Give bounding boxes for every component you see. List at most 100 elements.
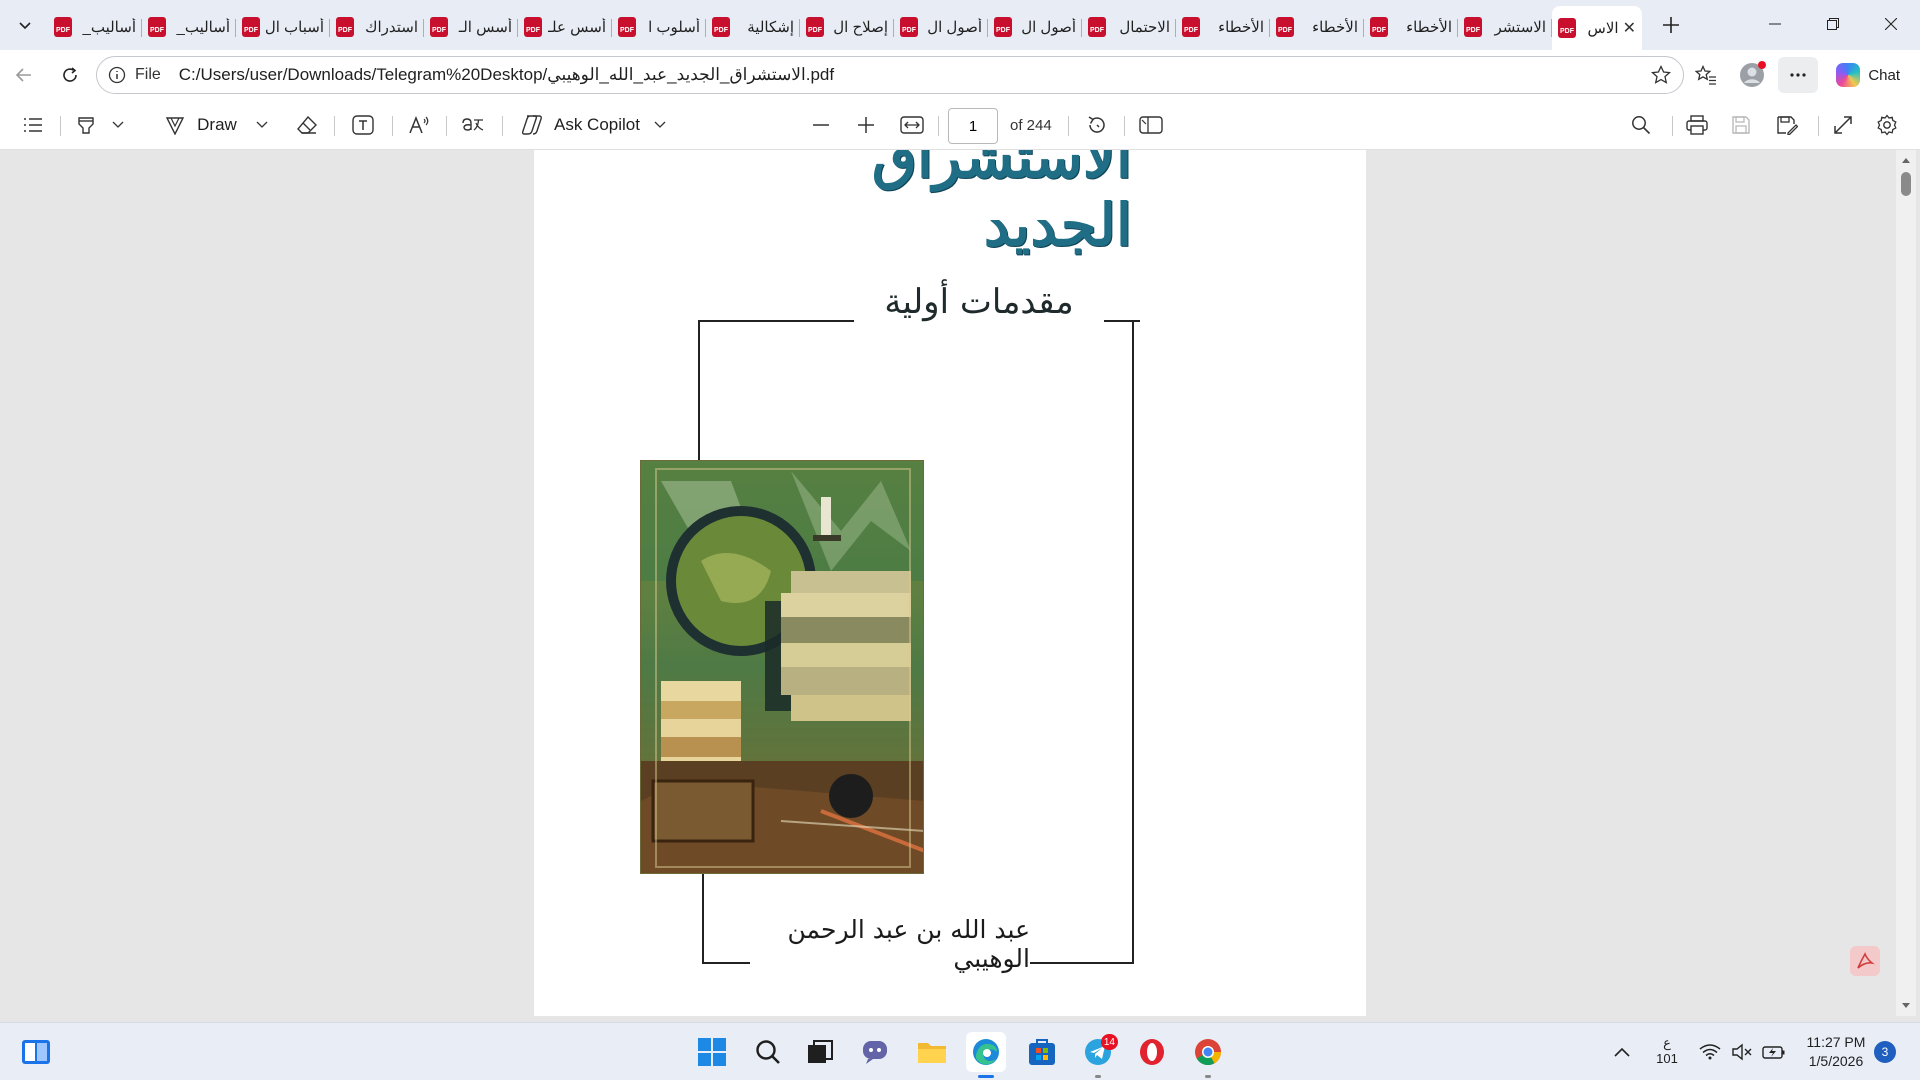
save-button[interactable] [1726,100,1756,150]
tab[interactable]: PDF أساليب_ [48,7,142,47]
pdf-file-icon: PDF [148,17,166,37]
copilot-chat-button[interactable]: Chat [1824,57,1912,93]
pdf-file-icon: PDF [1464,17,1482,37]
wifi-status[interactable] [1694,1032,1726,1072]
translate-button[interactable] [458,100,488,150]
add-text-button[interactable] [348,100,378,150]
erase-button[interactable] [292,100,322,150]
tab[interactable]: PDF أساليب_ [142,7,236,47]
input-language-indicator[interactable]: ع 101 [1652,1035,1682,1067]
page-number-input[interactable] [948,108,998,144]
tab-title: إصلاح ال [833,19,888,36]
acrobat-button[interactable] [1850,946,1880,976]
highlight-button[interactable] [74,100,98,150]
tab-active[interactable]: PDF الاس ✕ [1552,6,1642,50]
tab[interactable]: PDF أسلوب ا [612,7,706,47]
favorite-star-icon[interactable] [1650,64,1672,89]
battery-status[interactable] [1758,1032,1790,1072]
read-aloud-button[interactable] [404,100,434,150]
start-button[interactable] [692,1032,732,1072]
close-tab-icon[interactable]: ✕ [1623,18,1636,38]
widgets-button[interactable] [16,1032,56,1072]
telegram-unread-badge: 14 [1100,1034,1118,1050]
draw-options-button[interactable] [252,100,272,150]
tab[interactable]: PDF أصول ال [988,7,1082,47]
book-title: الاستشراق الجديد [871,150,1132,259]
task-view-button[interactable] [800,1032,840,1072]
tab[interactable]: PDF أسباب ال [236,7,330,47]
chrome-button[interactable] [1188,1032,1228,1078]
site-info-icon[interactable] [107,65,127,85]
tab-title: أصول ال [927,19,982,36]
minimize-button[interactable] [1746,0,1804,48]
divider [392,116,393,136]
refresh-button[interactable] [52,57,88,93]
scroll-down-arrow-icon[interactable] [1901,1002,1911,1010]
notification-count-badge[interactable]: 3 [1874,1041,1896,1063]
tab[interactable]: PDF الأخطاء [1364,7,1458,47]
toolbar-right: Chat [1686,50,1920,100]
tab[interactable]: PDF أصول ال [894,7,988,47]
opera-button[interactable] [1132,1032,1172,1072]
draw-button[interactable]: Draw [156,100,246,150]
tab[interactable]: PDF الاحتمال [1082,7,1176,47]
system-clock[interactable]: 11:27 PM 1/5/2026 [1796,1033,1876,1071]
find-button[interactable] [1626,100,1656,150]
search-button[interactable] [748,1032,788,1072]
microsoft-store-button[interactable] [1022,1032,1062,1072]
tab-actions-menu-button[interactable] [8,8,42,42]
pdf-file-icon: PDF [994,17,1012,37]
window-controls [1746,0,1920,48]
close-window-button[interactable] [1862,0,1920,48]
tab[interactable]: PDF استدراك [330,7,424,47]
zoom-out-button[interactable] [808,100,834,150]
teams-chat-button[interactable] [856,1032,896,1072]
rotate-button[interactable] [1082,100,1112,150]
tab[interactable]: PDF الأخطاء [1176,7,1270,47]
zoom-in-button[interactable] [853,100,879,150]
show-hidden-icons-button[interactable] [1604,1032,1640,1072]
edge-button[interactable] [966,1032,1006,1078]
back-button[interactable] [6,57,42,93]
full-screen-button[interactable] [1828,100,1858,150]
tab[interactable]: PDF أسس علـ [518,7,612,47]
tab[interactable]: PDF الأخطاء [1270,7,1364,47]
favorites-button[interactable] [1686,57,1726,93]
vertical-scrollbar[interactable] [1896,150,1916,1016]
page-view-button[interactable] [1136,100,1166,150]
fit-to-width-button[interactable] [897,100,927,150]
profile-button[interactable] [1732,57,1772,93]
url-text[interactable]: C:/Users/user/Downloads/Telegram%20Deskt… [179,65,834,85]
new-tab-button[interactable] [1654,8,1688,42]
tab[interactable]: PDF إصلاح ال [800,7,894,47]
copilot-outline-icon [521,115,542,135]
scroll-up-arrow-icon[interactable] [1901,156,1911,164]
pdf-settings-button[interactable] [1872,100,1902,150]
fit-width-icon [900,116,924,134]
print-button[interactable] [1682,100,1712,150]
settings-and-more-button[interactable] [1778,57,1819,93]
save-as-button[interactable] [1772,100,1802,150]
contents-button[interactable] [18,100,48,150]
draw-icon [166,117,185,135]
restore-button[interactable] [1804,0,1862,48]
search-icon [1632,116,1651,135]
tab[interactable]: PDF إشكالية [706,7,800,47]
cover-frame [702,870,704,964]
pdf-file-icon: PDF [1088,17,1106,37]
scrollbar-thumb[interactable] [1901,172,1911,196]
file-explorer-button[interactable] [912,1032,952,1072]
tab[interactable]: PDF الاستشر [1458,7,1552,47]
pdf-viewport[interactable]: الاستشراق الجديد مقدمات أولية عبد الله ب… [4,150,1904,1016]
tab-title: الاستشر [1494,19,1546,36]
ask-copilot-button[interactable]: Ask Copilot [518,100,668,150]
divider [502,116,503,136]
address-bar[interactable]: File C:/Users/user/Downloads/Telegram%20… [96,56,1684,94]
tab-title: أساليب_ [82,19,136,36]
tab[interactable]: PDF أسس الـ [424,7,518,47]
volume-status[interactable] [1726,1032,1758,1072]
chrome-icon [1195,1039,1222,1066]
tab-title: أصول ال [1021,19,1076,36]
telegram-button[interactable]: 14 [1078,1032,1118,1078]
highlight-options-button[interactable] [108,100,128,150]
